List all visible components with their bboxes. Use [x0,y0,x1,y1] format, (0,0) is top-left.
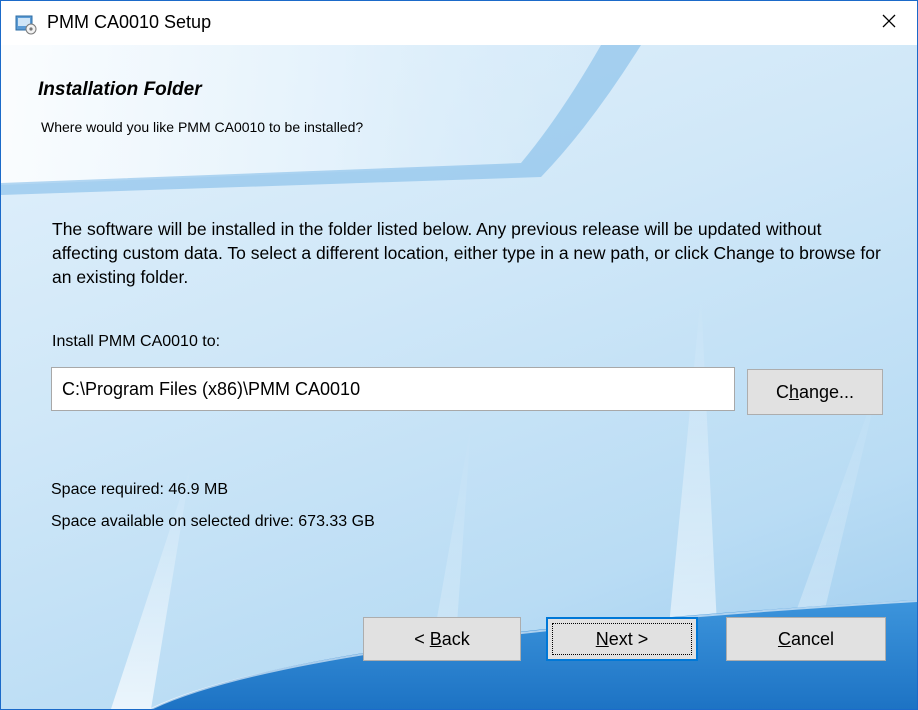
change-button-accelerator: h [788,381,799,402]
back-button[interactable]: < Back [363,617,521,661]
space-available-text: Space available on selected drive: 673.3… [51,513,375,530]
back-button-label-post: ack [441,628,470,649]
cancel-button-label-post: ancel [790,628,835,649]
install-path-input[interactable] [51,367,735,411]
installer-icon [15,13,37,35]
back-button-accelerator: B [429,628,442,649]
space-required-text: Space required: 46.9 MB [51,481,228,498]
header-band: Installation Folder Where would you like… [1,45,917,185]
close-icon [881,13,897,34]
change-button-label-post: ange... [798,381,855,402]
change-button[interactable]: Ch ange... [747,369,883,415]
page-title: Installation Folder [38,79,202,100]
description-text: The software will be installed in the fo… [52,219,881,287]
back-button-label-pre: < [414,628,430,649]
setup-window: PMM CA0010 Setup Installation Folder Whe… [0,0,918,710]
install-path-label: Install PMM CA0010 to: [52,333,221,350]
focus-rectangle [552,623,692,655]
close-button[interactable] [861,1,917,45]
window-title: PMM CA0010 Setup [47,12,212,32]
page-subtitle: Where would you like PMM CA0010 to be in… [41,119,364,135]
dialog-body: Installation Folder Where would you like… [1,45,917,709]
cancel-button[interactable]: Cancel [726,617,886,661]
change-button-label-pre: C [775,381,789,402]
next-button[interactable]: Next > [546,617,698,661]
cancel-button-accelerator: C [777,628,791,649]
title-bar: PMM CA0010 Setup [1,1,917,45]
